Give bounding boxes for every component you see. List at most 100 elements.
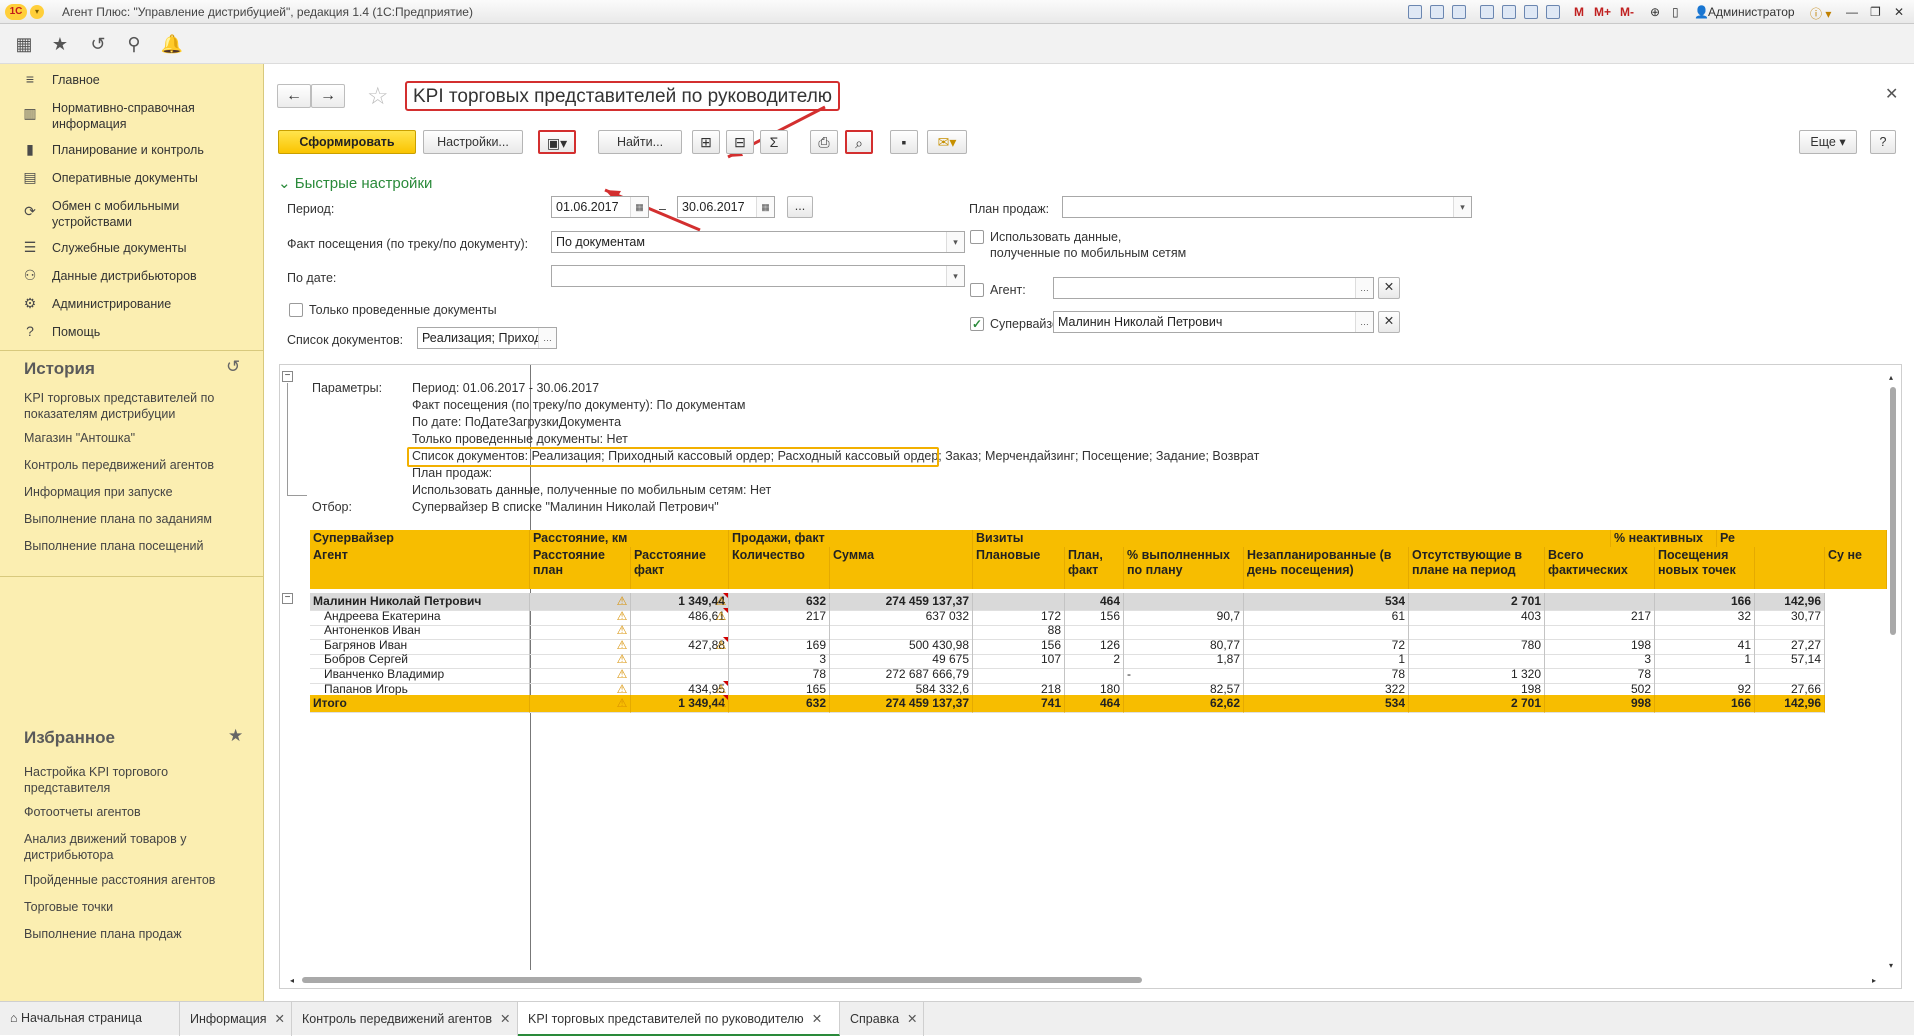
history-item[interactable]: Информация при запуске [24, 484, 254, 500]
horizontal-scrollbar[interactable]: ◂ ▸ [290, 975, 1880, 985]
mobile-data-checkbox[interactable] [970, 230, 984, 244]
history-icon[interactable]: ↺ [226, 357, 240, 377]
history-item[interactable]: Магазин "Антошка" [24, 430, 254, 446]
preview-icon[interactable] [1452, 5, 1466, 19]
copy-icon[interactable] [1480, 5, 1494, 19]
chevron-down-icon[interactable]: ▾ [1453, 197, 1471, 217]
back-button[interactable]: ← [277, 84, 311, 108]
settings-button[interactable]: Настройки... [423, 130, 523, 154]
scroll-up-icon[interactable]: ▴ [1889, 373, 1893, 382]
more-button[interactable]: Еще ▾ [1799, 130, 1857, 154]
collapse-group-icon[interactable]: − [282, 593, 293, 604]
print-icon[interactable] [1430, 5, 1444, 19]
save-icon[interactable] [1408, 5, 1422, 19]
supervisor-checkbox[interactable]: ✓ [970, 317, 984, 331]
agent-field[interactable]: … [1053, 277, 1374, 299]
scroll-thumb[interactable] [1890, 387, 1896, 635]
supervisor-field[interactable]: Малинин Николай Петрович… [1053, 311, 1374, 333]
forward-button[interactable]: → [311, 84, 345, 108]
app-menu-icon[interactable]: ▾ [30, 5, 44, 19]
minimize-icon[interactable]: — [1846, 5, 1858, 19]
supervisor-clear-button[interactable]: ✕ [1378, 311, 1400, 333]
doc-list-field[interactable]: Реализация; Приходн… [417, 327, 557, 349]
favorite-item[interactable]: Фотоотчеты агентов [24, 804, 254, 820]
zoom-icon[interactable]: ⊕ [1650, 5, 1660, 19]
sidebar-item-main[interactable]: ≡ Главное [0, 64, 263, 94]
history-item[interactable]: KPI торговых представителей по показател… [24, 390, 254, 422]
collapse-icon[interactable]: − [282, 371, 293, 382]
save-button[interactable]: ▪ [890, 130, 918, 154]
favorite-item[interactable]: Настройка KPI торгового представителя [24, 764, 254, 796]
favorite-star-icon[interactable]: ☆ [367, 82, 389, 111]
memo-mminus-icon[interactable]: M- [1620, 5, 1634, 19]
history-icon[interactable]: ↺ [86, 32, 110, 56]
scroll-right-icon[interactable]: ▸ [1872, 977, 1878, 985]
sidebar-item-operational[interactable]: ▤ Оперативные документы [0, 162, 263, 192]
variant-button[interactable]: ▣▾ [538, 130, 576, 154]
collapse-groups-button[interactable]: ⊟ [726, 130, 754, 154]
quick-settings-toggle[interactable]: ⌄ Быстрые настройки [278, 174, 432, 192]
close-tab-icon[interactable]: ✕ [275, 1012, 285, 1026]
only-posted-checkbox[interactable] [289, 303, 303, 317]
sidebar-item-admin[interactable]: ⚙ Администрирование [0, 288, 263, 318]
star-icon[interactable]: ★ [48, 32, 72, 56]
find-button[interactable]: Найти... [598, 130, 682, 154]
by-date-select[interactable]: ▾ [551, 265, 965, 287]
restore-icon[interactable]: ❐ [1870, 5, 1881, 19]
calculator-icon[interactable] [1546, 5, 1560, 19]
sidebar-item-help[interactable]: ? Помощь [0, 316, 263, 346]
sales-plan-select[interactable]: ▾ [1062, 196, 1472, 218]
scroll-thumb[interactable] [302, 977, 1142, 983]
tab-home[interactable]: ⌂ Начальная страница [0, 1002, 180, 1036]
close-tab-icon[interactable]: ✕ [500, 1012, 510, 1026]
period-to-field[interactable]: 30.06.2017 ▦ [677, 196, 775, 218]
visit-fact-select[interactable]: По документам ▾ [551, 231, 965, 253]
help-button[interactable]: ? [1870, 130, 1896, 154]
favorite-item[interactable]: Торговые точки [24, 899, 254, 915]
history-item[interactable]: Выполнение плана по заданиям [24, 511, 254, 527]
info-icon[interactable]: ⓘ ▾ [1810, 5, 1831, 22]
chevron-down-icon[interactable]: ▾ [946, 232, 964, 252]
memo-mplus-icon[interactable]: M+ [1594, 5, 1611, 19]
history-item[interactable]: Выполнение плана посещений [24, 538, 254, 554]
email-button[interactable]: ✉▾ [927, 130, 967, 154]
star-icon[interactable]: ★ [228, 726, 243, 746]
compare-icon[interactable] [1502, 5, 1516, 19]
agent-clear-button[interactable]: ✕ [1378, 277, 1400, 299]
sidebar-item-planning[interactable]: ▮ Планирование и контроль [0, 134, 263, 164]
close-tab-icon[interactable]: ✕ [812, 1012, 822, 1026]
bell-icon[interactable]: 🔔 [160, 32, 184, 56]
agent-checkbox[interactable] [970, 283, 984, 297]
expand-groups-button[interactable]: ⊞ [692, 130, 720, 154]
scroll-left-icon[interactable]: ◂ [290, 977, 296, 985]
tab-help[interactable]: Справка ✕ [840, 1002, 924, 1036]
history-item[interactable]: Контроль передвижений агентов [24, 457, 254, 473]
close-tab-icon[interactable]: ✕ [907, 1012, 917, 1026]
sum-button[interactable]: Σ [760, 130, 788, 154]
sidebar-item-catalogs[interactable]: ▥ Нормативно-справочная информация [0, 92, 263, 132]
calendar-icon[interactable]: ▦ [756, 197, 774, 217]
apps-grid-icon[interactable]: ▦ [12, 32, 36, 56]
favorite-item[interactable]: Выполнение плана продаж [24, 926, 254, 942]
tab-agent-tracking[interactable]: Контроль передвижений агентов ✕ [292, 1002, 518, 1036]
calendar-icon[interactable]: ▦ [630, 197, 648, 217]
period-select-button[interactable]: ... [787, 196, 813, 218]
print-button[interactable]: ⎙ [810, 130, 838, 154]
tab-kpi-report[interactable]: KPI торговых представителей по руководит… [518, 1002, 840, 1036]
preview-button[interactable]: ⌕ [845, 130, 873, 154]
memo-m-icon[interactable]: M [1574, 5, 1584, 19]
select-icon[interactable]: … [1355, 278, 1373, 298]
tab-info[interactable]: Информация ✕ [180, 1002, 292, 1036]
panel-icon[interactable]: ▯ [1672, 5, 1679, 19]
close-form-icon[interactable]: ✕ [1885, 84, 1898, 104]
search-icon[interactable]: ⚲ [122, 32, 146, 56]
sidebar-item-distributors[interactable]: ⚇ Данные дистрибьюторов [0, 260, 263, 290]
scroll-down-icon[interactable]: ▾ [1889, 961, 1893, 970]
report-spreadsheet[interactable]: − Параметры: Период: 01.06.2017 - 30.06.… [279, 364, 1902, 989]
sidebar-item-exchange[interactable]: ⟳ Обмен с мобильными устройствами [0, 190, 263, 230]
vertical-scrollbar[interactable]: ▴ ▾ [1888, 373, 1898, 973]
generate-button[interactable]: Сформировать [278, 130, 416, 154]
period-from-field[interactable]: 01.06.2017 ▦ [551, 196, 649, 218]
calendar-icon[interactable] [1524, 5, 1538, 19]
chevron-down-icon[interactable]: ▾ [946, 266, 964, 286]
